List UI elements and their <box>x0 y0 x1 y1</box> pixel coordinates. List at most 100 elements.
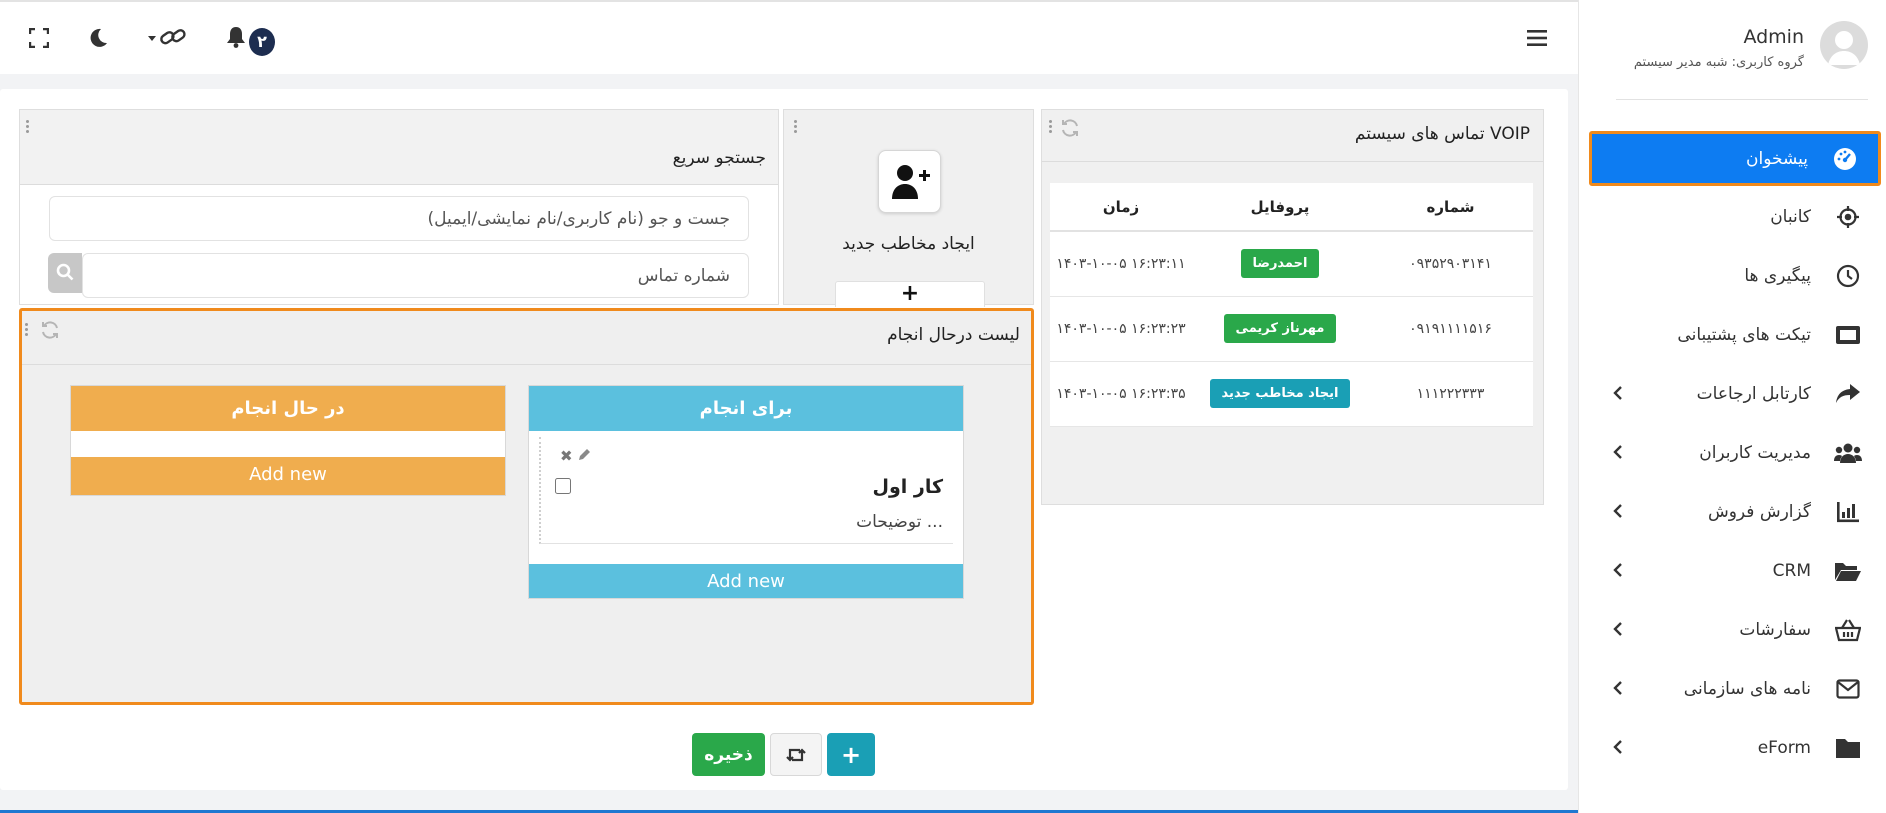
kanban-column-title: برای انجام <box>699 398 793 419</box>
crosshair-icon <box>1833 202 1863 232</box>
add-new-task-button[interactable]: Add new <box>71 457 505 492</box>
reset-layout-button[interactable] <box>770 733 822 776</box>
dark-mode-moon-icon[interactable] <box>88 28 108 48</box>
users-icon <box>1833 438 1863 468</box>
user-plus-icon <box>891 163 931 201</box>
top-bar: ۲ <box>0 0 1578 74</box>
new-contact-label: ایجاد مخاطب جدید <box>842 234 975 254</box>
add-widget-button[interactable]: + <box>827 733 875 776</box>
folder-icon <box>1833 733 1863 763</box>
sidebar-item-label: پیشخوان <box>1746 148 1808 169</box>
sidebar-item-support-tickets[interactable]: تیکت های پشتیبانی <box>1589 307 1881 362</box>
hamburger-menu-icon[interactable] <box>1527 29 1547 47</box>
delete-card-icon[interactable]: ✖ <box>560 447 573 465</box>
drag-handle-icon[interactable] <box>26 120 30 134</box>
sidebar-item-label: CRM <box>1772 560 1811 581</box>
sidebar-item-dashboard[interactable]: پیشخوان <box>1589 131 1881 186</box>
sidebar-item-user-management[interactable]: مدیریت کاربران <box>1589 425 1881 480</box>
drag-handle-icon[interactable] <box>25 323 29 337</box>
sidebar-item-label: کارتابل ارجاعات <box>1696 383 1811 404</box>
user-group: گروه کاربری: شبه مدیر سیستم <box>1633 55 1804 70</box>
sidebar-item-sales-report[interactable]: گزارش فروش <box>1589 484 1881 539</box>
sidebar-item-label: پیگیری ها <box>1744 265 1811 286</box>
bell-icon[interactable] <box>226 26 246 48</box>
quick-search-header <box>20 110 778 185</box>
sidebar-item-label: eForm <box>1757 737 1811 758</box>
profile-badge[interactable]: مهرناز کریمی <box>1223 314 1337 343</box>
column-header-number: شماره <box>1368 183 1533 232</box>
add-user-button[interactable] <box>878 150 941 213</box>
phone-search-input[interactable] <box>82 253 749 298</box>
sidebar-item-followups[interactable]: پیگیری ها <box>1589 248 1881 303</box>
profile-cell: احمدرضا <box>1192 231 1368 297</box>
sidebar-item-label: سفارشات <box>1739 619 1811 640</box>
sidebar-item-orders[interactable]: سفارشات <box>1589 602 1881 657</box>
edit-card-icon[interactable] <box>578 447 592 461</box>
links-dropdown[interactable] <box>147 28 189 48</box>
kanban-column-in-progress: در حال انجام Add new <box>70 385 506 496</box>
profile-cell: ایجاد مخاطب جدید <box>1192 361 1368 427</box>
sidebar-item-eform[interactable]: eForm <box>1589 720 1881 775</box>
task-card-checkbox[interactable] <box>555 478 571 494</box>
sidebar-item-label: تیکت های پشتیبانی <box>1677 324 1811 345</box>
dashboard-icon <box>1830 144 1860 174</box>
chevron-left-icon <box>1609 384 1627 402</box>
refresh-icon[interactable] <box>40 320 60 340</box>
todo-widget-header <box>22 311 1031 365</box>
user-name: Admin <box>1743 26 1804 48</box>
table-header-row: زمان پروفایل شماره <box>1050 183 1533 232</box>
chevron-left-icon <box>1609 620 1627 638</box>
envelope-icon <box>1833 674 1863 704</box>
chevron-left-icon <box>1609 443 1627 461</box>
chevron-left-icon <box>1609 502 1627 520</box>
call-number: ۱۱۱۲۲۲۳۳۳ <box>1368 361 1533 427</box>
voip-calls-table: زمان پروفایل شماره ۱۴۰۳-۱۰-۰۵ ۱۶:۲۳:۱۱ ا… <box>1050 183 1533 427</box>
chevron-left-icon <box>1609 679 1627 697</box>
chevron-left-icon <box>1609 561 1627 579</box>
kanban-column-body: ✖ کار اول توضیحات ... <box>529 431 963 564</box>
column-header-profile: پروفایل <box>1192 183 1368 232</box>
call-time: ۱۴۰۳-۱۰-۰۵ ۱۶:۲۳:۲۳ <box>1050 296 1192 362</box>
drag-handle-icon[interactable] <box>1049 120 1053 134</box>
quick-search-title: جستجو سریع <box>672 148 766 168</box>
sidebar-item-label: مدیریت کاربران <box>1699 442 1811 463</box>
new-contact-badge[interactable]: ایجاد مخاطب جدید <box>1209 379 1351 408</box>
call-time: ۱۴۰۳-۱۰-۰۵ ۱۶:۲۳:۱۱ <box>1050 231 1192 297</box>
sidebar-divider <box>1616 99 1868 100</box>
table-row: ۱۴۰۳-۱۰-۰۵ ۱۶:۲۳:۲۳ مهرناز کریمی ۰۹۱۹۱۱۱… <box>1050 296 1533 362</box>
table-row: ۱۴۰۳-۱۰-۰۵ ۱۶:۲۳:۳۵ ایجاد مخاطب جدید ۱۱۱… <box>1050 361 1533 427</box>
sidebar-item-letters[interactable]: نامه های سازمانی <box>1589 661 1881 716</box>
sidebar: Admin گروه کاربری: شبه مدیر سیستم پیشخوا… <box>1578 0 1886 813</box>
kanban-column-title: در حال انجام <box>231 398 345 419</box>
save-button[interactable]: ذخیره <box>692 733 765 776</box>
sidebar-item-crm[interactable]: CRM <box>1589 543 1881 598</box>
basket-icon <box>1833 615 1863 645</box>
phone-search-button[interactable] <box>48 253 82 293</box>
share-arrow-icon <box>1833 379 1863 409</box>
drag-handle-icon[interactable] <box>794 120 798 134</box>
sidebar-item-referrals[interactable]: کارتابل ارجاعات <box>1589 366 1881 421</box>
add-new-contact-button[interactable]: + <box>835 281 985 307</box>
ticket-icon <box>1833 320 1863 350</box>
kanban-column-body <box>71 431 505 457</box>
add-new-task-button[interactable]: Add new <box>529 564 963 599</box>
sidebar-item-kanban[interactable]: کانبان <box>1589 189 1881 244</box>
retweet-icon <box>785 746 807 764</box>
todo-widget-title: لیست درحال انجام <box>887 325 1020 345</box>
kanban-column-todo: برای انجام ✖ کار اول توضیحات ... Add new <box>528 385 964 599</box>
user-avatar[interactable] <box>1820 21 1868 69</box>
task-card[interactable]: ✖ کار اول توضیحات ... <box>539 437 953 544</box>
task-card-title: کار اول <box>872 476 943 498</box>
folder-open-icon <box>1833 556 1863 586</box>
profile-badge[interactable]: احمدرضا <box>1240 249 1320 279</box>
voip-widget-title: تماس های سیستم VOIP <box>1354 124 1530 144</box>
fullscreen-icon[interactable] <box>29 28 49 48</box>
column-header-time: زمان <box>1050 183 1192 232</box>
profile-cell: مهرناز کریمی <box>1192 296 1368 362</box>
notification-badge: ۲ <box>249 28 275 56</box>
task-card-description: توضیحات ... <box>856 512 943 532</box>
refresh-icon[interactable] <box>1060 118 1080 138</box>
sidebar-item-label: گزارش فروش <box>1707 501 1811 522</box>
user-search-input[interactable] <box>49 196 749 241</box>
chevron-left-icon <box>1609 738 1627 756</box>
